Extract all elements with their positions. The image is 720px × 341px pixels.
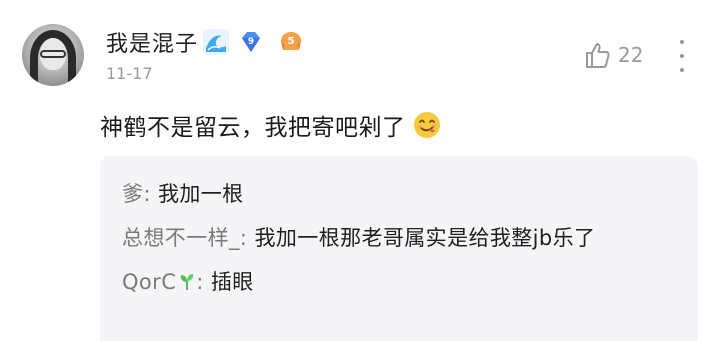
comment-text: 神鹤不是留云，我把寄吧剁了 (100, 115, 406, 141)
gem-level-text: 9 (248, 37, 254, 47)
reply-author[interactable]: 总想不一样_ (122, 226, 240, 250)
reply-author[interactable]: QorC (122, 270, 176, 294)
reply-item[interactable]: 爹: 我加一根 (122, 172, 676, 216)
like-count: 22 (618, 43, 644, 67)
sprout-icon (181, 274, 194, 290)
more-options-icon[interactable] (676, 40, 688, 72)
reply-author[interactable]: 爹 (122, 182, 143, 206)
reply-item[interactable]: 总想不一样_: 我加一根那老哥属实是给我整jb乐了 (122, 216, 682, 260)
reply-separator: : (239, 226, 255, 250)
more-dot (680, 54, 684, 58)
more-dot (680, 40, 684, 44)
wave-badge-icon[interactable] (202, 28, 230, 56)
reply-separator: : (196, 270, 211, 294)
like-button[interactable]: 22 (582, 40, 643, 70)
comment-body: 神鹤不是留云，我把寄吧剁了 (100, 108, 442, 142)
avatar[interactable] (22, 24, 84, 86)
reply-item[interactable]: QorC : 插眼 (122, 260, 676, 304)
reply-text: 我加一根 (157, 182, 244, 206)
comment-date: 11-17 (106, 64, 153, 83)
level-badge[interactable]: 5 (278, 29, 304, 55)
level-text: 5 (288, 36, 295, 47)
reply-text: 插眼 (210, 270, 254, 294)
reply-separator: : (143, 182, 158, 206)
more-dot (680, 68, 684, 72)
savoring-food-emoji-icon (412, 110, 442, 140)
comment-header: 我是混子 9 5 (106, 26, 304, 58)
thumbs-up-icon (586, 43, 610, 68)
reply-text: 我加一根那老哥属实是给我整jb乐了 (254, 226, 596, 250)
gem-level-badge[interactable]: 9 (238, 29, 264, 55)
avatar-glasses (40, 50, 66, 58)
reply-list[interactable]: 爹: 我加一根 总想不一样_: 我加一根那老哥属实是给我整jb乐了 QorC :… (100, 156, 698, 341)
comment-card: 我是混子 9 5 11-17 22 神鹤不是留云，我把寄吧剁了 爹: 我加一根 … (0, 0, 720, 341)
username[interactable]: 我是混子 (106, 26, 198, 58)
